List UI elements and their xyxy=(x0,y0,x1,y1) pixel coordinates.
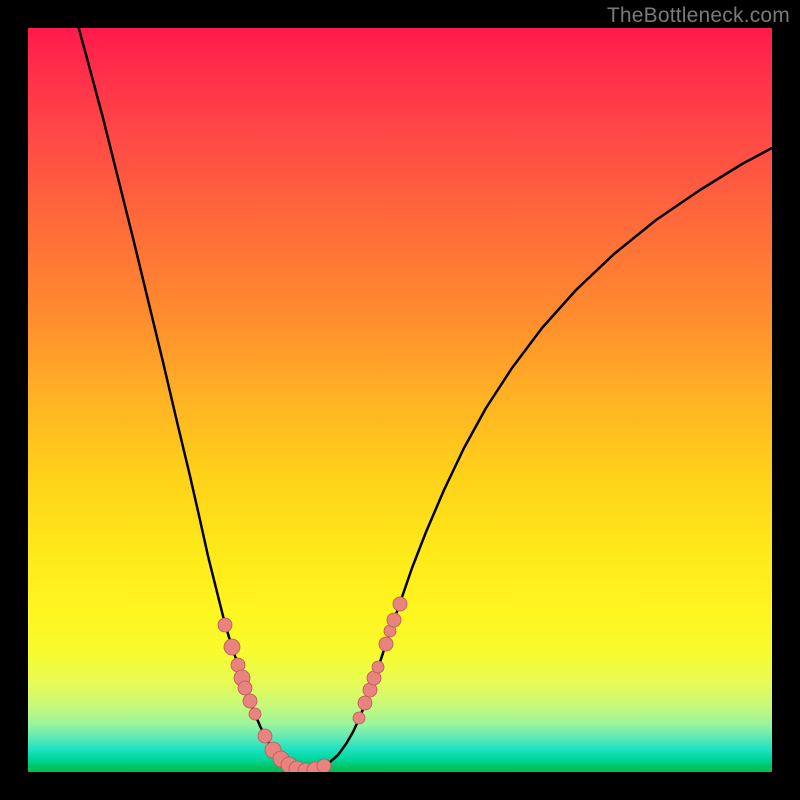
curve-svg xyxy=(28,28,772,772)
data-marker xyxy=(387,613,401,627)
data-marker xyxy=(372,661,384,673)
data-marker xyxy=(353,712,365,724)
watermark-text: TheBottleneck.com xyxy=(607,4,790,28)
bottleneck-curve xyxy=(76,28,772,771)
data-marker xyxy=(358,696,372,710)
chart-frame: TheBottleneck.com xyxy=(0,0,800,800)
data-marker xyxy=(317,759,331,772)
data-marker xyxy=(249,708,261,720)
data-marker xyxy=(243,694,257,708)
data-marker xyxy=(238,681,252,695)
data-marker xyxy=(379,637,393,651)
plot-area xyxy=(28,28,772,772)
data-marker xyxy=(258,729,272,743)
data-marker xyxy=(393,597,407,611)
data-marker xyxy=(218,618,232,632)
data-marker xyxy=(224,639,240,655)
marker-group xyxy=(218,597,407,772)
